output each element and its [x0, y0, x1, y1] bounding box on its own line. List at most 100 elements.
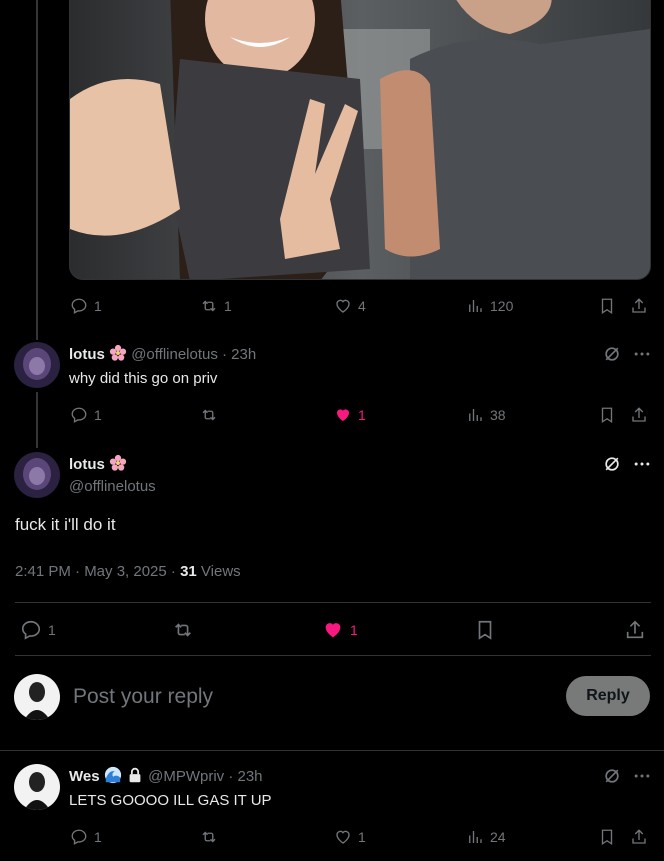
heart-filled-icon [325, 623, 341, 638]
share-icon [632, 407, 646, 422]
cherry-blossom-icon [109, 454, 127, 471]
more-icon[interactable] [632, 454, 652, 474]
selfie-image [70, 0, 650, 279]
cherry-blossom-icon [109, 344, 127, 361]
repost-action[interactable] [200, 404, 218, 426]
views-icon [469, 300, 482, 312]
like-action[interactable]: 4 [334, 295, 366, 317]
grok-icon[interactable] [602, 766, 622, 786]
reply-action[interactable]: 1 [70, 826, 102, 848]
reply-action[interactable]: 1 [20, 618, 56, 642]
share-icon [626, 620, 644, 639]
views-action[interactable]: 24 [466, 826, 506, 848]
like-action[interactable]: 1 [334, 404, 366, 426]
avatar[interactable] [14, 764, 60, 810]
reply-count: 1 [94, 298, 102, 314]
share-action[interactable] [624, 618, 646, 642]
reply-actions: 1 1 24 [0, 826, 664, 848]
reply-count: 1 [48, 622, 56, 638]
bookmark-icon [601, 407, 613, 424]
reply-header: Wes @MPWpriv · 23h [69, 766, 263, 785]
share-action[interactable] [630, 826, 648, 848]
more-icon[interactable] [632, 766, 652, 786]
post-actions: 1 1 [0, 618, 664, 642]
avatar-image [14, 342, 60, 388]
like-action[interactable]: 1 [322, 618, 358, 642]
post-author: lotus [69, 454, 127, 473]
like-count: 4 [358, 298, 366, 314]
reply-icon [21, 620, 41, 640]
thread-line [36, 0, 38, 340]
like-count: 1 [358, 407, 366, 423]
bookmark-icon [601, 829, 613, 846]
bookmark-action[interactable] [598, 826, 616, 848]
reply-count: 1 [94, 407, 102, 423]
display-name[interactable]: Wes [69, 768, 100, 785]
bookmark-action[interactable] [474, 618, 496, 642]
divider [15, 655, 651, 656]
more-icon[interactable] [632, 344, 652, 364]
avatar-image [14, 452, 60, 498]
reply-action[interactable]: 1 [70, 295, 102, 317]
view-count: 31 [180, 563, 197, 580]
reply-actions: 1 1 38 [0, 404, 664, 426]
bookmark-icon [478, 620, 492, 640]
share-icon [632, 298, 646, 313]
like-count: 1 [358, 829, 366, 845]
reply-icon [71, 407, 87, 423]
display-name[interactable]: lotus [69, 346, 105, 363]
reply-button[interactable]: Reply [566, 676, 650, 716]
avatar[interactable] [14, 452, 60, 498]
views-icon [469, 831, 482, 843]
handle[interactable]: @offlinelotus [69, 478, 156, 495]
avatar[interactable] [14, 342, 60, 388]
heart-filled-icon [337, 409, 349, 421]
share-icon [632, 829, 646, 844]
repost-action[interactable]: 1 [200, 295, 232, 317]
grok-icon[interactable] [602, 454, 622, 474]
bookmark-action[interactable] [598, 295, 616, 317]
grok-icon[interactable] [602, 344, 622, 364]
handle-time[interactable]: @MPWpriv · 23h [148, 768, 262, 785]
heart-icon [336, 830, 350, 844]
my-avatar[interactable] [14, 674, 60, 720]
reply-icon [71, 298, 87, 314]
divider [0, 750, 664, 751]
post-meta: 2:41 PM · May 3, 2025 · 31 Views [15, 563, 241, 580]
like-action[interactable]: 1 [334, 826, 366, 848]
reply-input[interactable] [71, 682, 541, 712]
reply-action[interactable]: 1 [70, 404, 102, 426]
avatar-image [14, 674, 60, 720]
reply-text: LETS GOOOO ILL GAS IT UP [69, 792, 272, 809]
reply-text: why did this go on priv [69, 370, 218, 387]
bookmark-action[interactable] [598, 404, 616, 426]
repost-action[interactable] [172, 618, 194, 642]
wave-icon [104, 766, 121, 784]
timestamp[interactable]: 2:41 PM · May 3, 2025 · [15, 563, 180, 580]
share-action[interactable] [630, 404, 648, 426]
repost-count: 1 [224, 298, 232, 314]
lock-icon [129, 767, 141, 783]
repost-icon [202, 300, 216, 312]
display-name[interactable]: lotus [69, 456, 105, 473]
heart-icon [336, 299, 350, 313]
divider [15, 602, 651, 603]
reply-icon [71, 829, 87, 845]
reply-count: 1 [94, 829, 102, 845]
views-action[interactable]: 38 [466, 404, 506, 426]
views-icon [469, 409, 482, 421]
like-count: 1 [350, 622, 358, 638]
reply-header: lotus @offlinelotus · 23h [69, 344, 256, 363]
repost-icon [202, 831, 216, 843]
views-action[interactable]: 120 [466, 295, 513, 317]
share-action[interactable] [630, 295, 648, 317]
views-label: Views [196, 563, 241, 580]
post-photo[interactable] [69, 0, 651, 280]
view-count: 120 [490, 298, 514, 314]
repost-action[interactable] [200, 826, 218, 848]
view-count: 38 [490, 407, 506, 423]
avatar-image [14, 764, 60, 810]
post-text: fuck it i'll do it [15, 515, 116, 534]
handle-time[interactable]: @offlinelotus · 23h [131, 346, 256, 363]
post-actions: 1 1 4 120 [0, 295, 664, 317]
